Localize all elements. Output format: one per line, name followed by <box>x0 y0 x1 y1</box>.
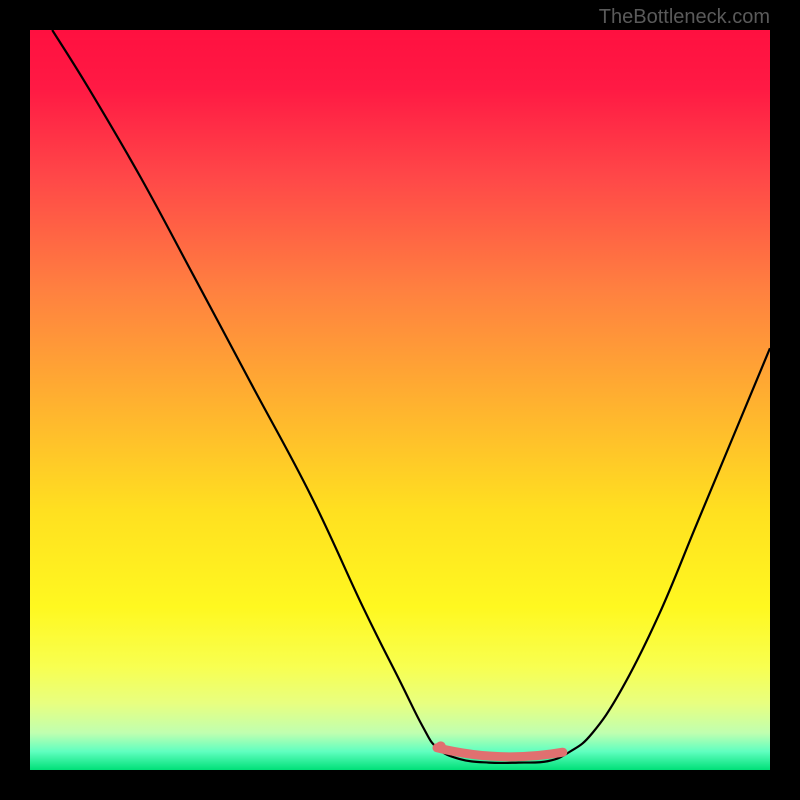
plot-area <box>30 30 770 770</box>
bottleneck-curve <box>52 30 770 763</box>
marker-dot <box>436 741 446 751</box>
watermark-text: TheBottleneck.com <box>599 6 770 29</box>
chart-container: TheBottleneck.com <box>0 0 800 800</box>
optimal-range-marker <box>437 748 563 757</box>
curve-overlay <box>30 30 770 770</box>
